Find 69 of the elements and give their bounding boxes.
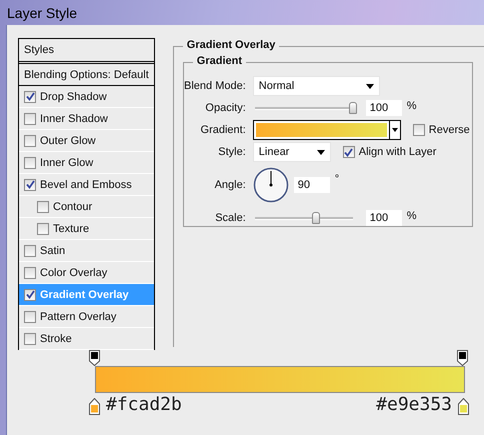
item-label: Satin xyxy=(40,244,66,256)
checkbox[interactable] xyxy=(37,222,49,234)
checkbox[interactable] xyxy=(24,112,36,124)
list-item[interactable]: Inner Shadow xyxy=(19,108,154,130)
blend-mode-dropdown[interactable]: Normal xyxy=(252,76,380,96)
opacity-stop-icon[interactable] xyxy=(457,350,468,366)
item-label: Inner Shadow xyxy=(40,112,108,124)
color-stop-icon[interactable] xyxy=(458,398,469,415)
item-label: Contour xyxy=(53,200,92,212)
input-field[interactable]: 100 xyxy=(366,100,402,116)
checkbox[interactable] xyxy=(37,200,49,212)
list-item[interactable]: Stroke xyxy=(19,328,154,350)
checkbox[interactable] xyxy=(24,134,36,146)
color-label: #fcad2b xyxy=(106,395,182,415)
color-stop-icon[interactable] xyxy=(89,398,100,415)
item-label: Pattern Overlay xyxy=(40,310,116,322)
checkbox[interactable] xyxy=(24,266,36,278)
checkbox-label: Align with Layer xyxy=(358,146,436,158)
slider-thumb[interactable] xyxy=(348,102,357,114)
gradient-picker[interactable] xyxy=(252,120,401,140)
checkbox[interactable] xyxy=(342,146,355,158)
window-title: Layer Style xyxy=(7,4,78,20)
opacity-stop-icon[interactable] xyxy=(89,350,100,366)
item-label: Outer Glow xyxy=(40,134,96,146)
item-label: Gradient Overlay xyxy=(40,288,129,300)
field-label: Opacity: xyxy=(204,102,246,114)
style-dropdown[interactable]: Linear xyxy=(252,142,331,162)
item-label: Color Overlay xyxy=(40,266,108,278)
list-item[interactable]: Inner Glow xyxy=(19,152,154,174)
unit-label: ° xyxy=(334,173,340,185)
list-item[interactable]: Outer Glow xyxy=(19,130,154,152)
slider-thumb[interactable] xyxy=(312,212,320,224)
checkbox[interactable] xyxy=(24,90,36,102)
color-label: #e9e353 xyxy=(376,395,452,415)
list-item[interactable]: Bevel and Emboss xyxy=(19,174,154,196)
list-item[interactable]: Blending Options: Default xyxy=(19,64,154,86)
field-label: Gradient: xyxy=(200,124,246,136)
caret-icon xyxy=(366,84,374,88)
group-title: Gradient xyxy=(192,55,246,67)
checkbox[interactable] xyxy=(412,124,425,136)
input-field[interactable]: 100 xyxy=(366,210,402,226)
panel-title: Gradient Overlay xyxy=(182,39,280,51)
item-label: Stroke xyxy=(40,332,72,344)
field-label: Scale: xyxy=(214,212,246,224)
list-item[interactable]: Satin xyxy=(19,240,154,262)
input-field[interactable]: 90 xyxy=(294,177,330,193)
list-item[interactable]: Pattern Overlay xyxy=(19,306,154,328)
item-label: Bevel and Emboss xyxy=(40,178,132,190)
field-label: Angle: xyxy=(214,179,246,191)
item-label: Texture xyxy=(53,222,90,234)
list-item[interactable]: Drop Shadow xyxy=(19,86,154,108)
checkbox[interactable] xyxy=(24,156,36,168)
field-label: Style: xyxy=(217,146,246,158)
list-item[interactable]: Texture xyxy=(19,218,154,240)
unit-label: % xyxy=(406,210,417,222)
list-header[interactable]: Styles xyxy=(19,39,154,64)
checkbox[interactable] xyxy=(24,332,36,344)
item-label: Drop Shadow xyxy=(40,90,107,102)
checkbox[interactable] xyxy=(24,288,36,300)
caret-icon xyxy=(316,150,325,154)
checkbox[interactable] xyxy=(24,310,36,322)
checkbox[interactable] xyxy=(24,178,36,190)
list-item[interactable]: Contour xyxy=(19,196,154,218)
angle-dial[interactable] xyxy=(252,167,289,203)
checkbox-label: Reverse xyxy=(428,124,470,136)
item-label: Inner Glow xyxy=(40,156,94,168)
unit-label: % xyxy=(406,100,417,112)
checkbox[interactable] xyxy=(24,244,36,256)
field-label: Blend Mode: xyxy=(184,80,246,92)
